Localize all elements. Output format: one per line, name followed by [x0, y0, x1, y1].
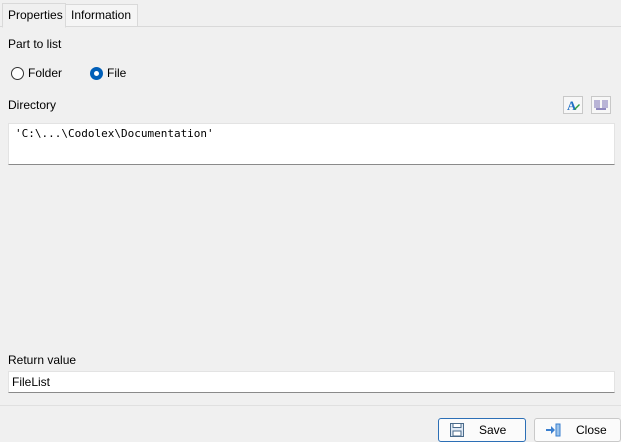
radio-folder-circle[interactable] [11, 66, 24, 80]
save-button[interactable]: Save [438, 418, 526, 442]
close-icon [545, 423, 561, 437]
directory-label: Directory [8, 98, 57, 112]
tab-bar: Properties Information [0, 0, 621, 28]
footer-divider [0, 405, 621, 406]
tab-information[interactable]: Information [66, 4, 138, 27]
close-button-label: Close [576, 423, 607, 437]
text-format-icon[interactable]: A [563, 96, 583, 114]
tab-properties[interactable]: Properties [2, 3, 66, 28]
return-value-input[interactable]: FileList [8, 371, 615, 393]
close-button[interactable]: Close [534, 418, 621, 442]
radio-file-circle[interactable] [90, 66, 103, 80]
radio-folder[interactable]: Folder [11, 65, 62, 81]
part-to-list-label: Part to list [8, 37, 62, 51]
radio-file-label: File [107, 66, 127, 80]
directory-input[interactable]: 'C:\...\Codolex\Documentation' [8, 123, 615, 165]
save-icon [449, 423, 465, 437]
radio-file[interactable]: File [90, 65, 126, 81]
svg-text:A: A [567, 98, 577, 112]
radio-folder-label: Folder [28, 66, 63, 80]
parameter-icon[interactable] [591, 96, 611, 114]
return-value-label: Return value [8, 353, 77, 367]
save-button-label: Save [479, 423, 507, 437]
